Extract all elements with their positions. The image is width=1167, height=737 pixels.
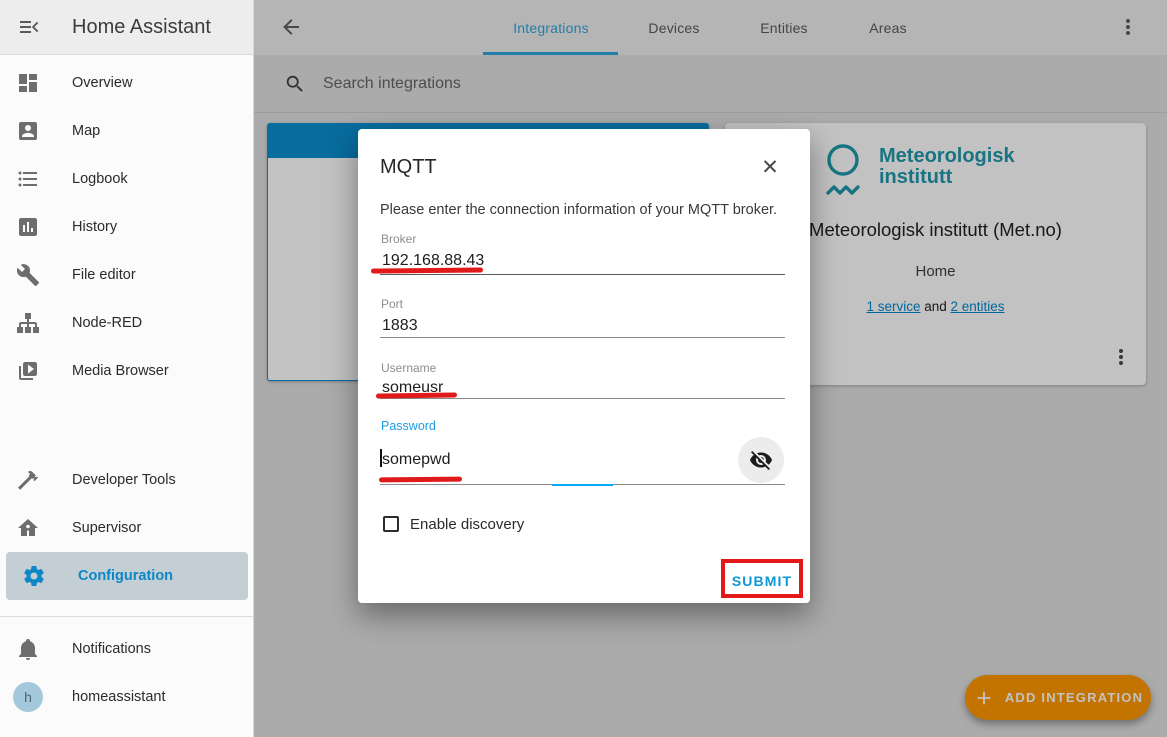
port-field-label: Port: [381, 297, 403, 311]
broker-field-label: Broker: [381, 232, 416, 246]
sidebar-item-label: Developer Tools: [72, 472, 176, 488]
sidebar-item-label: homeassistant: [72, 689, 166, 705]
port-input[interactable]: [380, 315, 785, 337]
app-title: Home Assistant: [72, 16, 211, 39]
sitemap-icon: [16, 311, 40, 335]
menu-open-icon[interactable]: [17, 15, 41, 39]
password-focus-underline: [552, 484, 613, 486]
sidebar-item-map[interactable]: Map: [0, 107, 254, 155]
username-field-underline: [380, 398, 785, 399]
wrench-icon: [16, 263, 40, 287]
sidebar: Home Assistant Overview Map Logbook Hist…: [0, 0, 254, 737]
sidebar-divider: [0, 616, 254, 617]
enable-discovery-checkbox[interactable]: [383, 516, 399, 532]
eye-off-icon: [749, 448, 773, 472]
broker-input[interactable]: [380, 250, 785, 272]
hammer-icon: [16, 468, 40, 492]
sidebar-item-label: History: [72, 219, 117, 235]
text-cursor: [380, 449, 382, 467]
dialog-description: Please enter the connection information …: [380, 202, 790, 218]
sidebar-item-profile[interactable]: h homeassistant: [0, 673, 254, 721]
sidebar-item-supervisor[interactable]: Supervisor: [0, 504, 254, 552]
sidebar-item-history[interactable]: History: [0, 203, 254, 251]
toggle-password-visibility-button[interactable]: [738, 437, 784, 483]
sidebar-item-file-editor[interactable]: File editor: [0, 251, 254, 299]
broker-field-underline: [380, 274, 785, 275]
chart-box-icon: [16, 215, 40, 239]
username-field-label: Username: [381, 361, 436, 375]
home-assistant-icon: [16, 516, 40, 540]
view-dashboard-icon: [16, 71, 40, 95]
enable-discovery-label: Enable discovery: [410, 516, 524, 533]
dialog-title: MQTT: [380, 156, 437, 179]
sidebar-item-media-browser[interactable]: Media Browser: [0, 347, 254, 395]
sidebar-item-label: Media Browser: [72, 363, 169, 379]
password-field-label: Password: [381, 419, 436, 433]
sidebar-item-developer-tools[interactable]: Developer Tools: [0, 456, 254, 504]
gear-icon: [22, 564, 46, 588]
list-bulleted-icon: [16, 167, 40, 191]
mqtt-config-dialog: MQTT ✕ Please enter the connection infor…: [358, 129, 810, 603]
sidebar-item-label: Notifications: [72, 641, 151, 657]
app-window: Home Assistant Overview Map Logbook Hist…: [0, 0, 1167, 737]
username-input[interactable]: [380, 377, 785, 399]
sidebar-item-label: File editor: [72, 267, 136, 283]
sidebar-item-configuration[interactable]: Configuration: [6, 552, 248, 600]
bell-icon: [16, 637, 40, 661]
port-field-underline: [380, 337, 785, 338]
close-icon[interactable]: ✕: [758, 156, 782, 180]
sidebar-item-label: Supervisor: [72, 520, 141, 536]
submit-button[interactable]: SUBMIT: [726, 569, 798, 593]
sidebar-item-overview[interactable]: Overview: [0, 59, 254, 107]
sidebar-item-label: Node-RED: [72, 315, 142, 331]
play-box-icon: [16, 359, 40, 383]
account-badge-icon: [16, 119, 40, 143]
sidebar-item-notifications[interactable]: Notifications: [0, 625, 254, 673]
password-input[interactable]: [380, 449, 785, 471]
sidebar-item-label: Logbook: [72, 171, 128, 187]
sidebar-item-label: Overview: [72, 75, 132, 91]
sidebar-header: Home Assistant: [0, 0, 253, 55]
sidebar-item-node-red[interactable]: Node-RED: [0, 299, 254, 347]
sidebar-item-label: Map: [72, 123, 100, 139]
sidebar-item-logbook[interactable]: Logbook: [0, 155, 254, 203]
avatar: h: [13, 682, 43, 712]
sidebar-item-label: Configuration: [78, 568, 173, 584]
